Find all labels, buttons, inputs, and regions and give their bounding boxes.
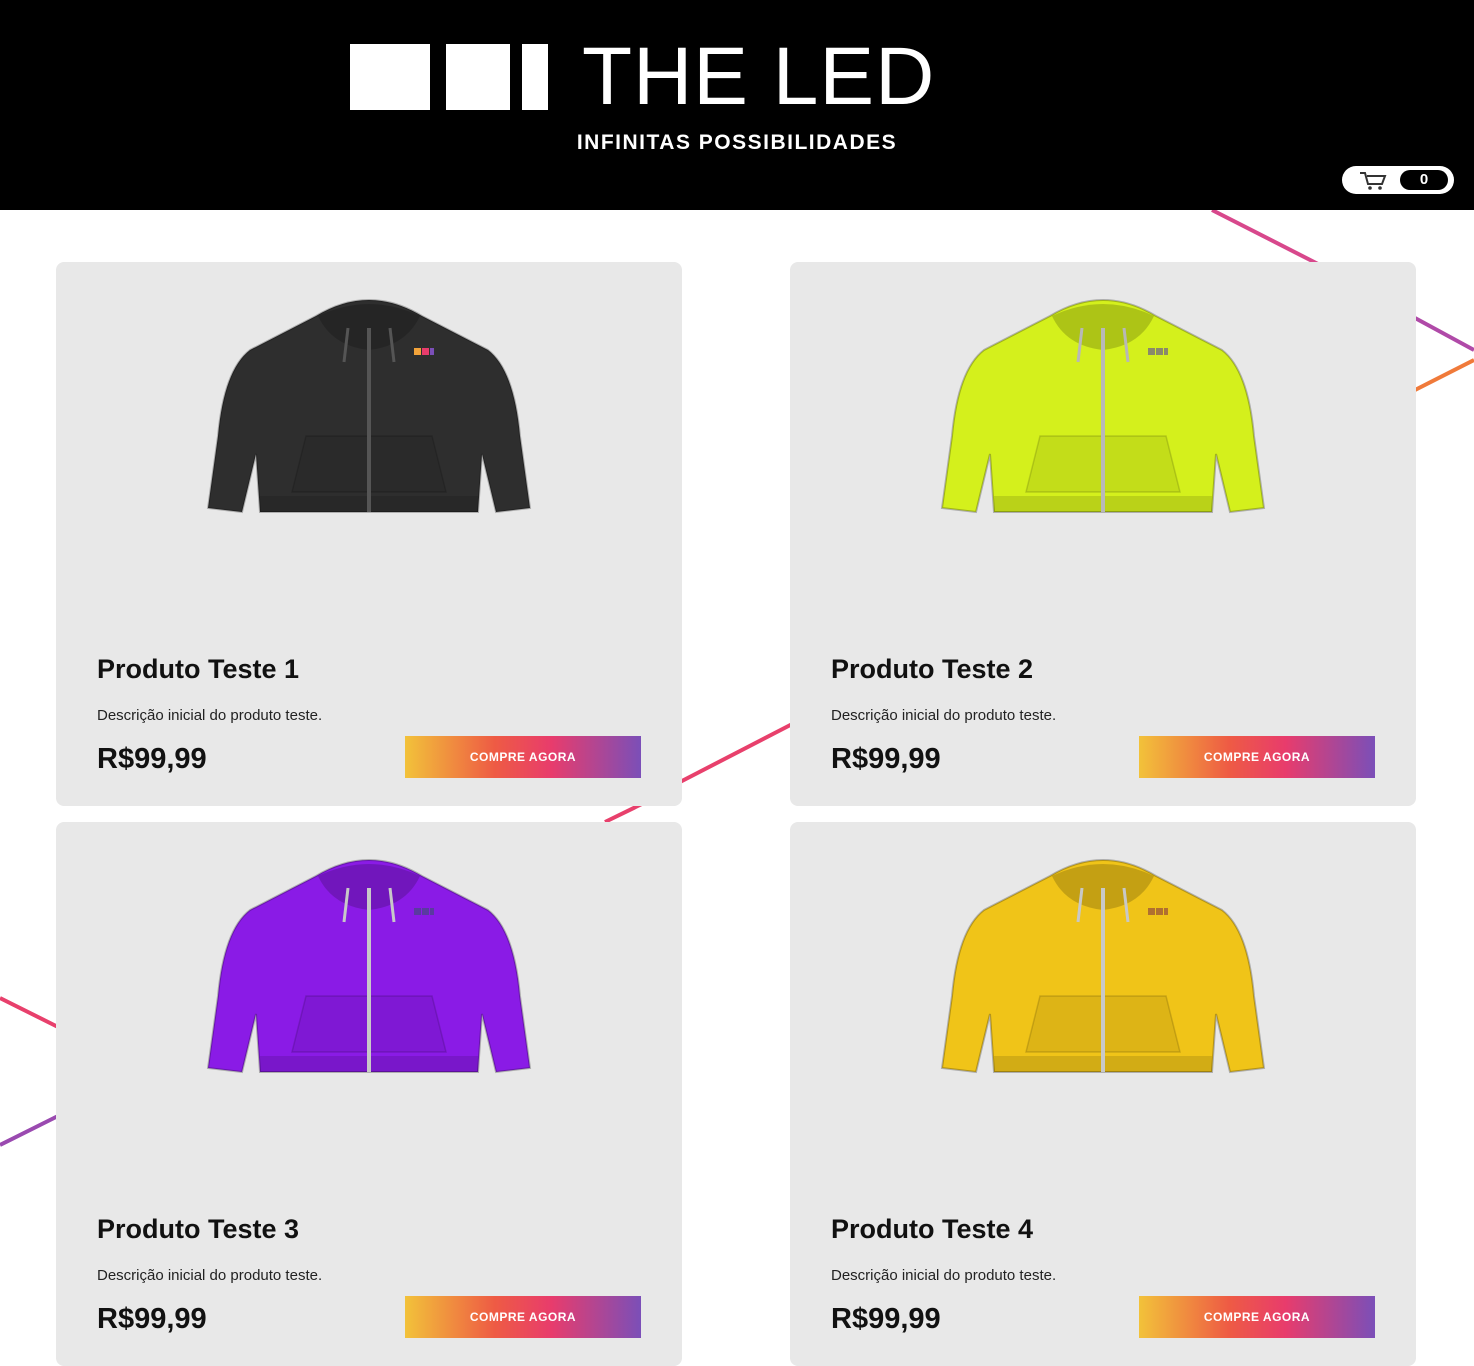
logo-block xyxy=(522,44,548,110)
product-card[interactable]: Produto Teste 1 Descrição inicial do pro… xyxy=(56,262,682,806)
product-title[interactable]: Produto Teste 1 xyxy=(97,654,299,685)
logo-badge xyxy=(414,908,421,915)
product-image[interactable] xyxy=(930,286,1276,526)
product-description: Descrição inicial do produto teste. xyxy=(97,1267,323,1284)
brand-tagline: INFINITAS POSSIBILIDADES xyxy=(576,131,898,154)
logo-badge xyxy=(1156,908,1163,915)
brand-name: THE LED xyxy=(582,31,936,122)
logo-badge xyxy=(1164,348,1168,355)
logo-badge xyxy=(1164,908,1168,915)
logo-badge xyxy=(422,348,429,355)
product-price: R$99,99 xyxy=(97,743,207,775)
product-description: Descrição inicial do produto teste. xyxy=(97,707,323,724)
product-price: R$99,99 xyxy=(831,743,941,775)
site-header: THE LED INFINITAS POSSIBILIDADES 0 xyxy=(0,0,1474,210)
logo-badge xyxy=(1156,348,1163,355)
cart-button[interactable]: 0 xyxy=(1342,166,1454,194)
product-card[interactable]: Produto Teste 3 Descrição inicial do pro… xyxy=(56,822,682,1366)
cart-icon xyxy=(1360,172,1387,190)
product-image[interactable] xyxy=(196,286,542,526)
product-title[interactable]: Produto Teste 3 xyxy=(97,1214,299,1245)
logo-badge xyxy=(1148,908,1155,915)
logo-badge xyxy=(422,908,429,915)
logo-badge xyxy=(414,348,421,355)
product-card[interactable]: Produto Teste 2 Descrição inicial do pro… xyxy=(790,262,1416,806)
cart-count-badge: 0 xyxy=(1400,170,1448,190)
buy-now-button[interactable]: COMPRE AGORA xyxy=(405,736,641,778)
product-description: Descrição inicial do produto teste. xyxy=(831,707,1057,724)
logo-badge xyxy=(1148,348,1155,355)
product-title[interactable]: Produto Teste 4 xyxy=(831,1214,1033,1245)
logo-block xyxy=(350,44,430,110)
product-image[interactable] xyxy=(930,846,1276,1086)
product-price: R$99,99 xyxy=(97,1303,207,1335)
logo-badge xyxy=(430,348,434,355)
product-description: Descrição inicial do produto teste. xyxy=(831,1267,1057,1284)
product-title[interactable]: Produto Teste 2 xyxy=(831,654,1033,685)
product-price: R$99,99 xyxy=(831,1303,941,1335)
logo-block xyxy=(446,44,510,110)
product-image[interactable] xyxy=(196,846,542,1086)
logo-badge xyxy=(430,908,434,915)
buy-now-button[interactable]: COMPRE AGORA xyxy=(405,1296,641,1338)
buy-now-button[interactable]: COMPRE AGORA xyxy=(1139,1296,1375,1338)
buy-now-button[interactable]: COMPRE AGORA xyxy=(1139,736,1375,778)
product-card[interactable]: Produto Teste 4 Descrição inicial do pro… xyxy=(790,822,1416,1366)
